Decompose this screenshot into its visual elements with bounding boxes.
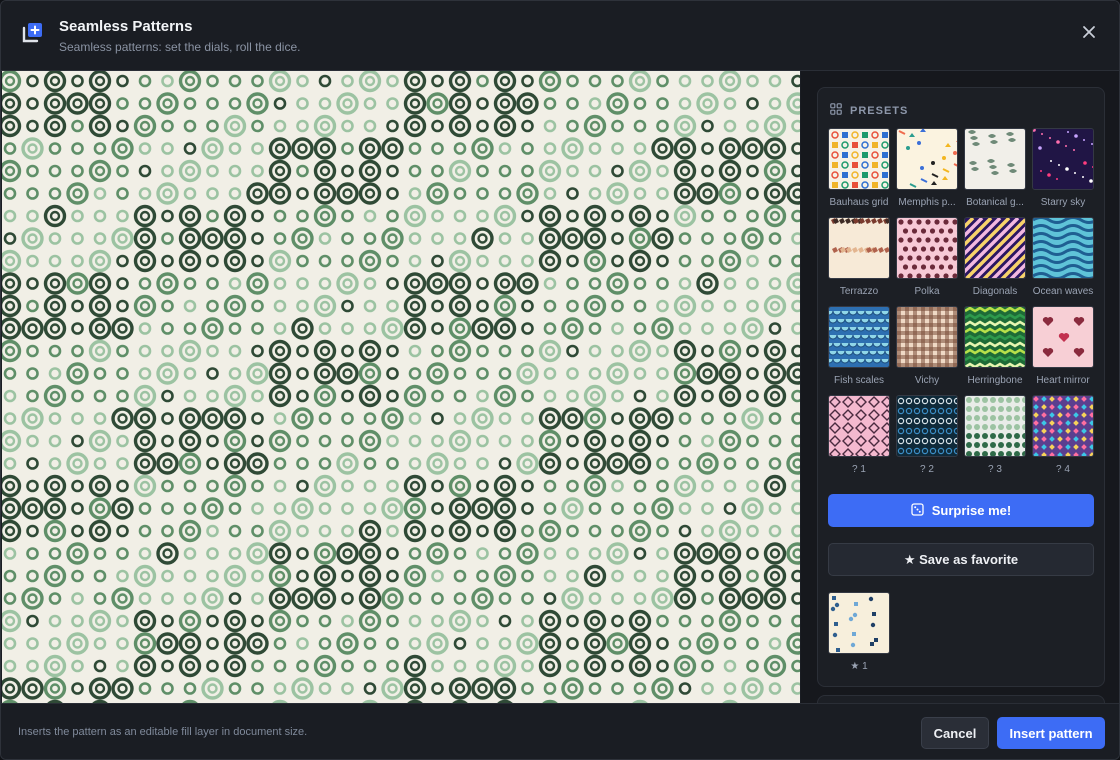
preset-tile-random2[interactable]: ? 2	[896, 395, 958, 484]
preset-label: Terrazzo	[839, 286, 879, 297]
preset-thumbnail	[828, 306, 890, 368]
preset-label: Heart mirror	[1036, 375, 1090, 386]
preset-tile-herringbone[interactable]: Herringbone	[964, 306, 1026, 395]
dialog-title: Seamless Patterns	[59, 18, 193, 35]
preset-tile-bauhaus[interactable]: Bauhaus grid	[828, 128, 890, 217]
preset-label: Diagonals	[972, 286, 1018, 297]
preset-tile-starry[interactable]: Starry sky	[1032, 128, 1094, 217]
preset-tile-random1[interactable]: ? 1	[828, 395, 890, 484]
preset-thumbnail	[964, 395, 1026, 457]
preset-label: Starry sky	[1040, 197, 1086, 208]
preset-label: ? 1	[852, 464, 866, 475]
dialog-subtitle: Seamless patterns: set the dials, roll t…	[59, 40, 301, 54]
preset-thumbnail	[1032, 306, 1094, 368]
preset-label: Herringbone	[967, 375, 1023, 386]
preset-label: ? 3	[988, 464, 1002, 475]
preset-thumbnail	[896, 395, 958, 457]
presets-heading: PRESETS	[830, 102, 908, 120]
favorite-thumbnail	[828, 592, 890, 654]
preset-label: Polka	[914, 286, 940, 297]
surprise-me-label: Surprise me!	[931, 503, 1012, 518]
cancel-button[interactable]: Cancel	[921, 717, 989, 749]
preset-thumbnail	[828, 217, 890, 279]
preset-thumbnail	[896, 217, 958, 279]
preset-label: Memphis p...	[898, 197, 956, 208]
close-icon[interactable]	[1079, 22, 1099, 42]
dice-icon	[911, 502, 924, 519]
preset-thumbnail	[828, 395, 890, 457]
presets-label: PRESETS	[850, 105, 909, 117]
save-favorite-button[interactable]: ★ Save as favorite	[828, 543, 1094, 576]
add-pattern-icon	[21, 20, 45, 44]
grid-icon	[830, 102, 842, 120]
preset-thumbnail	[828, 128, 890, 190]
preset-tile-polka[interactable]: Polka	[896, 217, 958, 306]
preset-thumbnail	[896, 128, 958, 190]
preset-label: Botanical g...	[966, 197, 1024, 208]
preset-label: ? 2	[920, 464, 934, 475]
preset-thumbnail	[1032, 128, 1094, 190]
footer-note: Inserts the pattern as an editable fill …	[18, 726, 308, 738]
pattern-preview-canvas[interactable]	[2, 71, 800, 703]
seamless-patterns-dialog: Seamless Patterns Seamless patterns: set…	[0, 0, 1120, 760]
preset-thumbnail	[1032, 217, 1094, 279]
surprise-me-button[interactable]: Surprise me!	[828, 494, 1094, 527]
favorite-label: ★ 1	[850, 661, 868, 672]
preset-thumbnail	[1032, 395, 1094, 457]
save-favorite-label: ★ Save as favorite	[903, 551, 1019, 567]
preset-tile-vichy[interactable]: Vichy	[896, 306, 958, 395]
preset-label: Bauhaus grid	[829, 197, 889, 208]
preset-thumbnail	[964, 217, 1026, 279]
preset-tile-heart[interactable]: Heart mirror	[1032, 306, 1094, 395]
insert-pattern-button[interactable]: Insert pattern	[997, 717, 1105, 749]
presets-panel: PRESETS Bauhaus grid Memphis p... Botanica…	[817, 87, 1105, 687]
preset-grid: Bauhaus grid Memphis p... Botanical g... St…	[828, 128, 1096, 484]
dialog-footer: Inserts the pattern as an editable fill …	[1, 703, 1119, 759]
preset-label: Vichy	[914, 375, 940, 386]
preset-tile-waves[interactable]: Ocean waves	[1032, 217, 1094, 306]
preset-tile-random4[interactable]: ? 4	[1032, 395, 1094, 484]
preset-tile-random3[interactable]: ? 3	[964, 395, 1026, 484]
preset-thumbnail	[896, 306, 958, 368]
preset-thumbnail	[964, 128, 1026, 190]
preset-tile-fish[interactable]: Fish scales	[828, 306, 890, 395]
favorites-list: ★ 1	[828, 592, 890, 681]
preset-label: Fish scales	[833, 375, 884, 386]
preset-tile-terrazzo[interactable]: Terrazzo	[828, 217, 890, 306]
preset-label: ? 4	[1056, 464, 1070, 475]
preset-tile-memphis[interactable]: Memphis p...	[896, 128, 958, 217]
preset-tile-botanical[interactable]: Botanical g...	[964, 128, 1026, 217]
preset-tile-diagonals[interactable]: Diagonals	[964, 217, 1026, 306]
preset-label: Ocean waves	[1032, 286, 1094, 297]
side-panel: PRESETS Bauhaus grid Memphis p... Botanica…	[801, 71, 1119, 725]
preset-thumbnail	[964, 306, 1026, 368]
dialog-header: Seamless Patterns Seamless patterns: set…	[1, 1, 1119, 71]
favorite-tile[interactable]: ★ 1	[828, 592, 890, 681]
